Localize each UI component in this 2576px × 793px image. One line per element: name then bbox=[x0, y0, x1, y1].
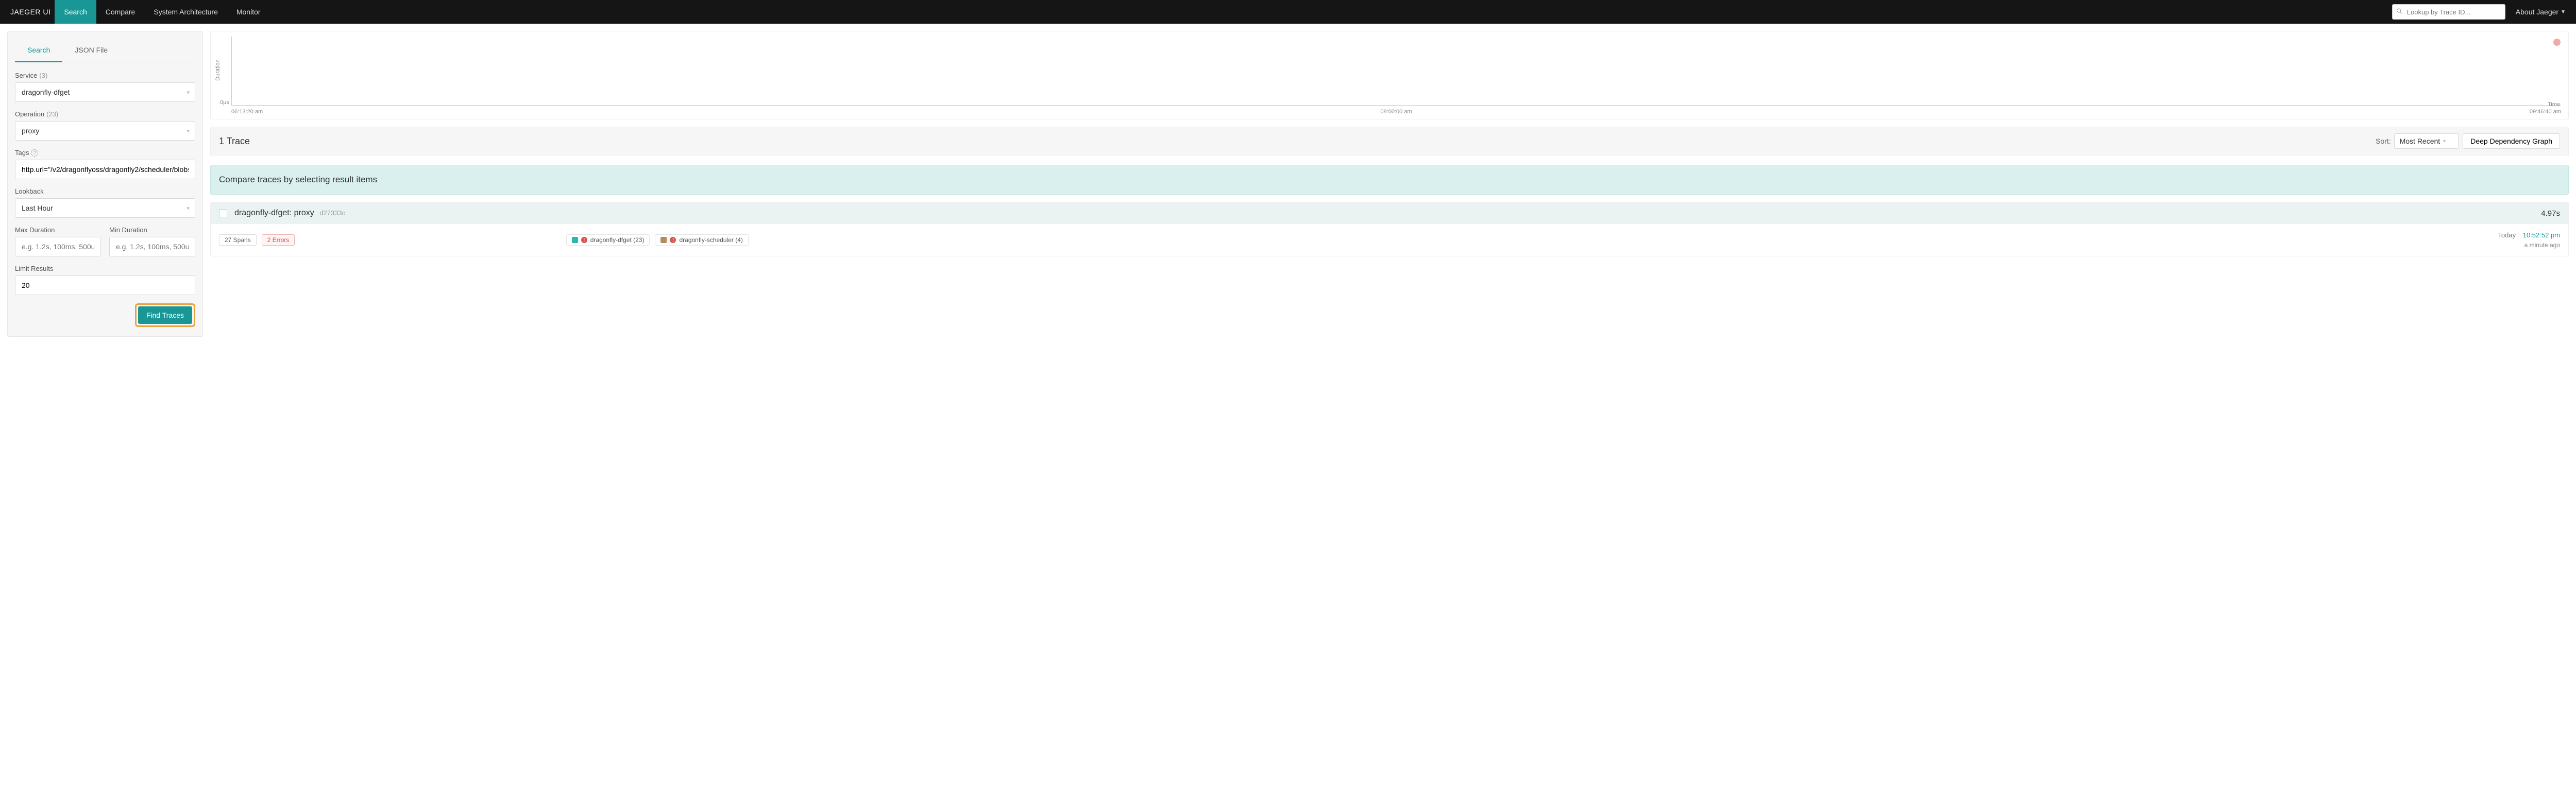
help-icon[interactable]: ? bbox=[31, 149, 38, 157]
time-axis-label: Time bbox=[2548, 101, 2560, 108]
sort-label: Sort: bbox=[2376, 137, 2391, 145]
tags-input-wrap bbox=[15, 160, 195, 179]
top-nav: JAEGER UI Search Compare System Architec… bbox=[0, 0, 2576, 24]
tags-input[interactable] bbox=[22, 160, 189, 179]
nav-search[interactable]: Search bbox=[55, 0, 96, 24]
tab-json-file[interactable]: JSON File bbox=[62, 39, 120, 62]
y-axis-label: Duration bbox=[215, 59, 221, 81]
scatter-chart[interactable]: Duration 0µs Time 06:13:20 am 08:00:00 a… bbox=[210, 31, 2569, 119]
find-traces-highlight: Find Traces bbox=[135, 303, 195, 327]
limit-label: Limit Results bbox=[15, 265, 195, 272]
chevron-down-icon: ▼ bbox=[2561, 9, 2566, 15]
min-duration-wrap bbox=[109, 237, 195, 256]
tags-label: Tags ? bbox=[15, 149, 195, 157]
operation-select[interactable]: proxy ▾ bbox=[15, 121, 195, 141]
nav-monitor[interactable]: Monitor bbox=[227, 0, 270, 24]
lookback-select[interactable]: Last Hour ▾ bbox=[15, 198, 195, 218]
max-duration-label: Max Duration bbox=[15, 226, 101, 234]
compare-banner: Compare traces by selecting result items bbox=[210, 165, 2569, 195]
x-tick: 06:13:20 am bbox=[231, 109, 1008, 115]
about-label: About Jaeger bbox=[2516, 8, 2558, 16]
nav-system-architecture[interactable]: System Architecture bbox=[144, 0, 227, 24]
span-count-badge: 27 Spans bbox=[219, 234, 257, 246]
limit-input[interactable] bbox=[22, 276, 189, 295]
nav-compare[interactable]: Compare bbox=[96, 0, 145, 24]
max-duration-input[interactable] bbox=[22, 237, 94, 256]
trace-count: 1 Trace bbox=[219, 136, 250, 147]
plot-area[interactable] bbox=[231, 37, 2561, 106]
trace-duration: 4.97s bbox=[2541, 209, 2560, 218]
results-content: Duration 0µs Time 06:13:20 am 08:00:00 a… bbox=[210, 31, 2569, 256]
chevron-down-icon: ▾ bbox=[187, 128, 190, 134]
error-icon: ! bbox=[670, 237, 676, 243]
trace-title: dragonfly-dfget: proxy d27333c bbox=[234, 209, 345, 218]
operation-label: Operation (23) bbox=[15, 110, 195, 118]
sidebar-tabs: Search JSON File bbox=[15, 39, 195, 62]
limit-wrap bbox=[15, 275, 195, 295]
sort-select[interactable]: Most Recent ▾ bbox=[2394, 133, 2459, 149]
service-color-swatch bbox=[572, 237, 578, 243]
trace-id: d27333c bbox=[319, 209, 345, 217]
trace-checkbox[interactable] bbox=[219, 209, 227, 217]
trace-timestamp: Today 10:52:52 pm a minute ago bbox=[2498, 230, 2560, 250]
error-count-badge: 2 Errors bbox=[262, 234, 295, 246]
trace-point[interactable] bbox=[2553, 39, 2561, 46]
y-tick: 0µs bbox=[220, 99, 229, 106]
service-label: Service (3) bbox=[15, 72, 195, 79]
search-sidebar: Search JSON File Service (3) dragonfly-d… bbox=[7, 31, 203, 337]
service-color-swatch bbox=[660, 237, 667, 243]
service-chip: ! dragonfly-scheduler (4) bbox=[655, 234, 748, 246]
max-duration-wrap bbox=[15, 237, 101, 256]
min-duration-input[interactable] bbox=[116, 237, 189, 256]
chevron-down-icon: ▾ bbox=[187, 89, 190, 96]
tab-search[interactable]: Search bbox=[15, 39, 62, 62]
search-icon bbox=[2396, 8, 2402, 16]
error-icon: ! bbox=[581, 237, 587, 243]
trace-lookup-wrap bbox=[2392, 4, 2505, 20]
trace-result-card[interactable]: dragonfly-dfget: proxy d27333c 4.97s 27 … bbox=[210, 202, 2569, 256]
about-menu[interactable]: About Jaeger ▼ bbox=[2516, 8, 2566, 16]
service-select[interactable]: dragonfly-dfget ▾ bbox=[15, 82, 195, 102]
deep-dependency-button[interactable]: Deep Dependency Graph bbox=[2463, 133, 2560, 149]
trace-lookup-input[interactable] bbox=[2392, 4, 2505, 20]
chevron-down-icon: ▾ bbox=[187, 205, 190, 212]
x-tick: 09:46:40 am bbox=[1785, 109, 2561, 115]
results-header: 1 Trace Sort: Most Recent ▾ Deep Depende… bbox=[210, 127, 2569, 156]
chevron-down-icon: ▾ bbox=[2443, 139, 2446, 144]
lookback-label: Lookback bbox=[15, 187, 195, 195]
x-tick: 08:00:00 am bbox=[1008, 109, 1784, 115]
find-traces-button[interactable]: Find Traces bbox=[138, 306, 192, 324]
service-chip: ! dragonfly-dfget (23) bbox=[566, 234, 650, 246]
brand-logo[interactable]: JAEGER UI bbox=[10, 8, 50, 16]
min-duration-label: Min Duration bbox=[109, 226, 195, 234]
